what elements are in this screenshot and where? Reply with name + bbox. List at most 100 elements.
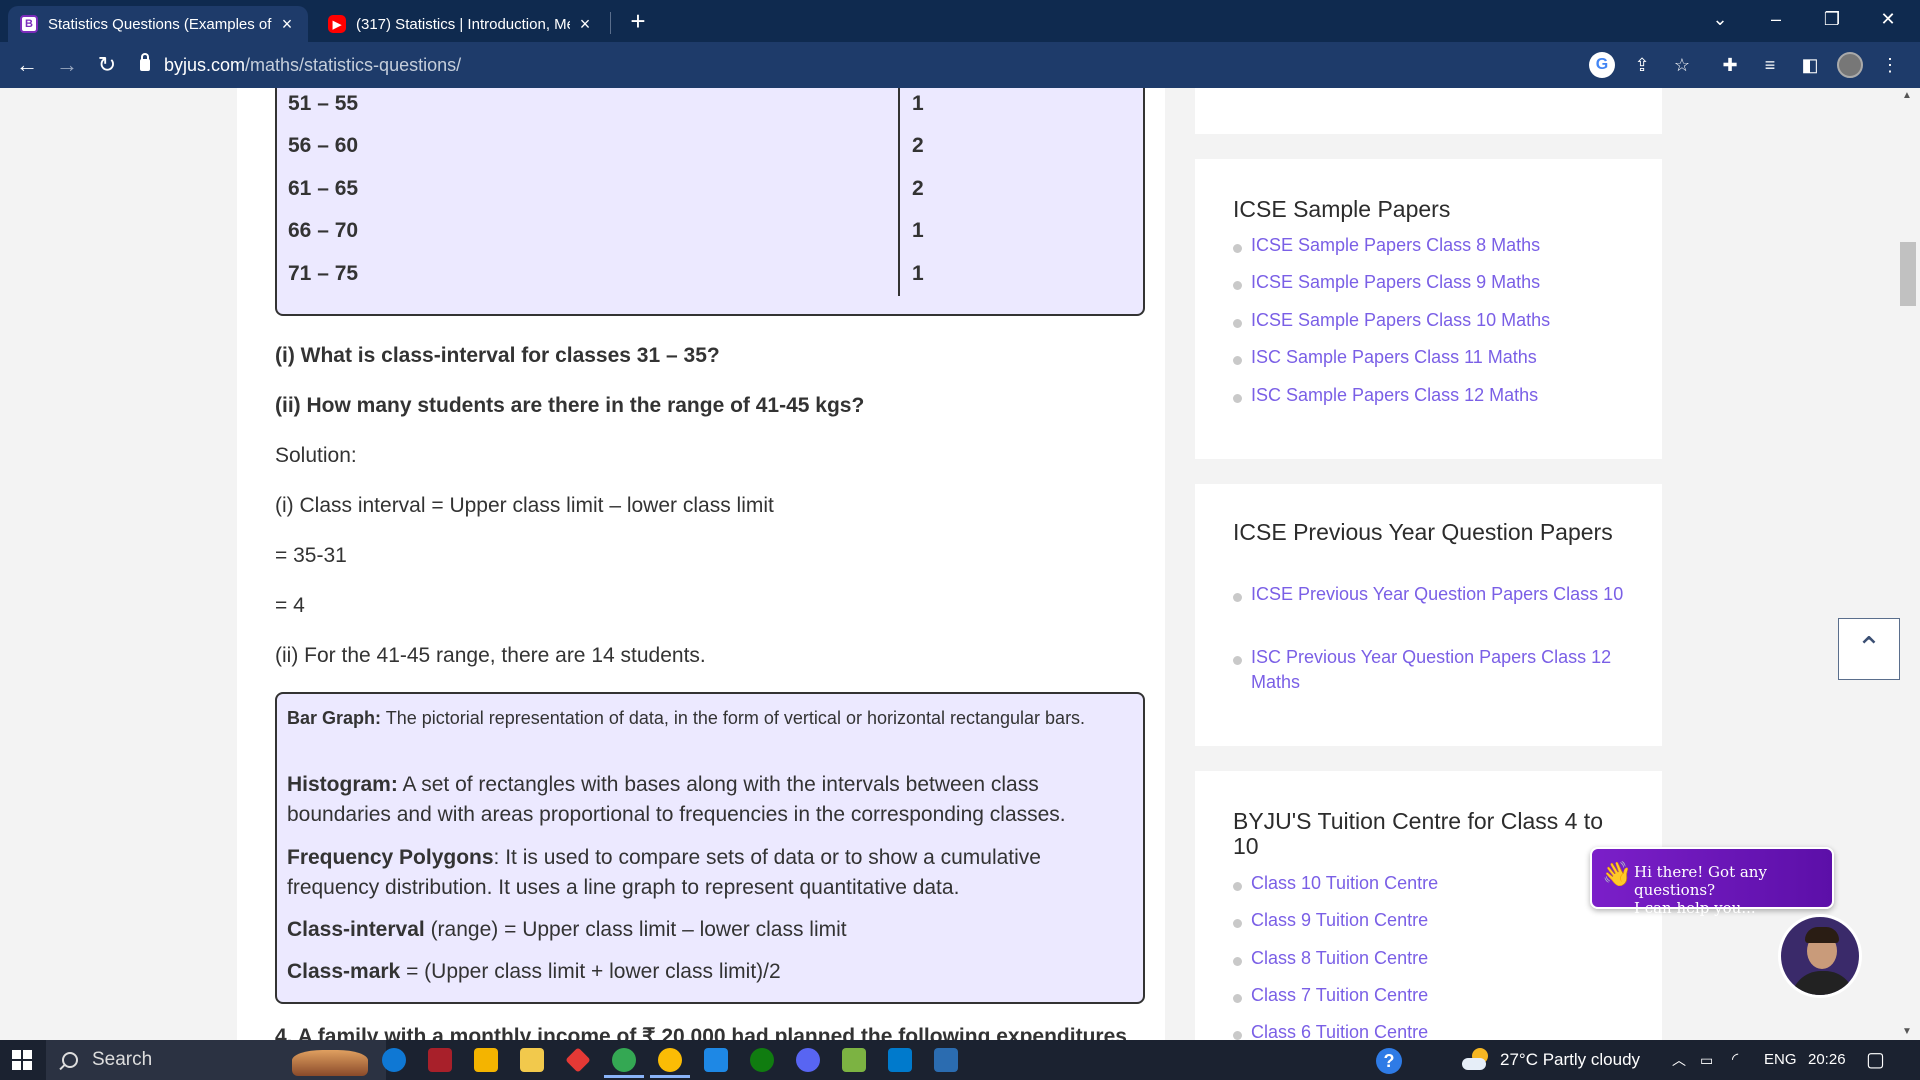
notifications-icon[interactable]: ▢ [1866,1040,1885,1080]
sidebar-link[interactable]: Class 8 Tuition Centre [1233,946,1633,971]
definition-histogram: Histogram: A set of rectangles with base… [287,770,1137,830]
vscode-icon[interactable] [888,1048,912,1072]
sidebar-link[interactable]: ICSE Sample Papers Class 9 Maths [1233,270,1633,295]
forward-arrow-icon[interactable]: → [52,50,82,80]
waving-hand-icon: 👋 [1602,860,1632,888]
close-icon[interactable]: × [278,14,296,35]
browser-tab-strip: B Statistics Questions (Examples of × ▶ … [0,0,1920,42]
partly-cloudy-weather-icon[interactable] [1460,1046,1490,1074]
search-highlight-illustration [292,1050,368,1076]
definition-bar-graph: Bar Graph: The pictorial representation … [287,706,1137,731]
chat-line: Hi there! Got any questions? [1634,863,1767,899]
definition-class-interval: Class-interval (range) = Upper class lim… [287,915,1137,945]
sidebar-link[interactable]: Class 7 Tuition Centre [1233,983,1633,1008]
restore-icon[interactable]: ❐ [1812,4,1852,34]
chrome-profile-icon[interactable] [650,1048,690,1078]
solution-line: (ii) For the 41-45 range, there are 14 s… [275,644,706,667]
microsoft-store-icon[interactable] [474,1048,498,1072]
share-icon[interactable]: ⇪ [1629,52,1655,78]
minimize-icon[interactable]: – [1756,4,1796,34]
sidebar-card-title: ICSE Previous Year Question Papers [1233,519,1613,545]
windows-start-icon[interactable] [12,1050,32,1070]
sidebar-card-title: BYJU'S Tuition Centre for Class 4 to 10 [1233,808,1603,859]
definition-term: Frequency Polygons [287,846,494,869]
tab-separator [610,12,611,34]
table-cell-count: 1 [912,262,924,285]
table-cell-interval: 66 – 70 [288,219,359,242]
reload-icon[interactable]: ↻ [92,50,122,80]
tray-overflow-chevron-up-icon[interactable]: ︿ [1672,1040,1686,1080]
sidebar-card-title: ICSE Sample Papers [1233,196,1451,222]
more-menu-icon[interactable]: ⋮ [1877,52,1903,78]
google-lens-icon[interactable]: G [1589,52,1615,78]
table-row: 56 – 60 2 [277,124,1143,166]
tab-youtube-statistics[interactable]: ▶ (317) Statistics | Introduction, Me × [316,6,606,42]
definitions-box: Bar Graph: The pictorial representation … [275,692,1145,1004]
definition-term: Class-interval [287,918,425,941]
tab-title: (317) Statistics | Introduction, Me [356,15,570,33]
scroll-to-top-button[interactable]: ⌃ [1838,618,1900,680]
clock-time[interactable]: 20:26 [1808,1040,1846,1080]
solution-line: (i) Class interval = Upper class limit –… [275,494,774,517]
help-question-icon[interactable]: ? [1376,1048,1402,1074]
extensions-puzzle-icon[interactable]: ✚ [1717,52,1743,78]
sidebar-link[interactable]: ISC Previous Year Question Papers Class … [1233,645,1633,695]
definition-text: (range) = Upper class limit – lower clas… [424,918,847,941]
file-explorer-icon[interactable] [520,1048,544,1072]
computer-app-icon[interactable] [704,1048,728,1072]
sidebar-link[interactable]: ISC Sample Papers Class 12 Maths [1233,383,1633,408]
side-panel-icon[interactable]: ◧ [1797,52,1823,78]
layers-app-icon[interactable] [842,1048,866,1072]
sidebar-link[interactable]: ICSE Sample Papers Class 8 Maths [1233,233,1633,258]
bookmark-star-icon[interactable]: ☆ [1669,52,1695,78]
battery-icon[interactable]: ▭ [1700,1040,1713,1080]
media-queue-icon[interactable]: ≡ [1757,52,1783,78]
tab-statistics-questions[interactable]: B Statistics Questions (Examples of × [8,6,308,42]
table-row: 61 – 65 2 [277,167,1143,209]
table-cell-count: 2 [912,134,924,157]
scrollbar-thumb[interactable] [1900,242,1916,306]
definition-text: = (Upper class limit + lower class limit… [400,960,781,983]
language-indicator[interactable]: ENG [1764,1040,1797,1080]
git-app-icon[interactable] [565,1047,591,1073]
table-cell-count: 2 [912,177,924,200]
solution-line: = 4 [275,594,305,617]
url-path: /maths/statistics-questions/ [245,54,462,75]
back-arrow-icon[interactable]: ← [12,50,42,80]
chrome-icon[interactable] [604,1048,644,1078]
sidebar-link[interactable]: Class 10 Tuition Centre [1233,871,1633,896]
windows-taskbar: Search ? 27°C Partly cloudy ︿ ▭ ◜ ENG 20… [0,1040,1920,1080]
table-cell-count: 1 [912,219,924,242]
question-one: (i) What is class-interval for classes 3… [275,344,720,367]
weather-text[interactable]: 27°C Partly cloudy [1500,1040,1640,1080]
xbox-icon[interactable] [750,1048,774,1072]
definition-term: Bar Graph: [287,708,382,728]
sidebar-link[interactable]: ICSE Sample Papers Class 10 Maths [1233,308,1633,333]
solution-heading: Solution: [275,444,357,467]
definition-text: The pictorial representation of data, in… [381,708,1086,728]
sidebar-link[interactable]: ICSE Previous Year Question Papers Class… [1233,582,1633,607]
sidebar-link[interactable]: ISC Sample Papers Class 11 Maths [1233,345,1633,370]
sidebar-link[interactable]: Class 6 Tuition Centre [1233,1020,1633,1040]
table-cell-interval: 71 – 75 [288,262,359,285]
close-icon[interactable]: × [576,14,594,35]
scrollbar-down-arrow-icon[interactable]: ▼ [1902,1026,1912,1037]
photos-app-icon[interactable] [934,1048,958,1072]
window-close-icon[interactable]: ✕ [1868,4,1908,34]
wifi-icon[interactable]: ◜ [1732,1040,1738,1080]
search-icon [62,1052,78,1068]
tab-search-chevron-down-icon[interactable]: ⌄ [1700,4,1740,34]
edge-browser-icon[interactable] [382,1048,406,1072]
vivaldi-icon[interactable] [428,1048,452,1072]
discord-icon[interactable] [796,1048,820,1072]
chat-agent-avatar[interactable] [1778,914,1862,998]
article-column: 51 – 55 1 56 – 60 2 61 – 65 2 66 – 70 1 … [237,88,1165,1040]
scrollbar-up-arrow-icon[interactable]: ▲ [1902,90,1912,101]
address-bar[interactable]: byjus.com/maths/statistics-questions/ [140,48,1680,82]
chat-prompt-bubble[interactable]: 👋 Hi there! Got any questions? I can hel… [1590,847,1834,917]
table-row: 66 – 70 1 [277,209,1143,251]
new-tab-button[interactable]: + [624,6,652,36]
profile-avatar-icon[interactable] [1837,52,1863,78]
table-row: 51 – 55 1 [277,88,1143,124]
sidebar-link[interactable]: Class 9 Tuition Centre [1233,908,1633,933]
